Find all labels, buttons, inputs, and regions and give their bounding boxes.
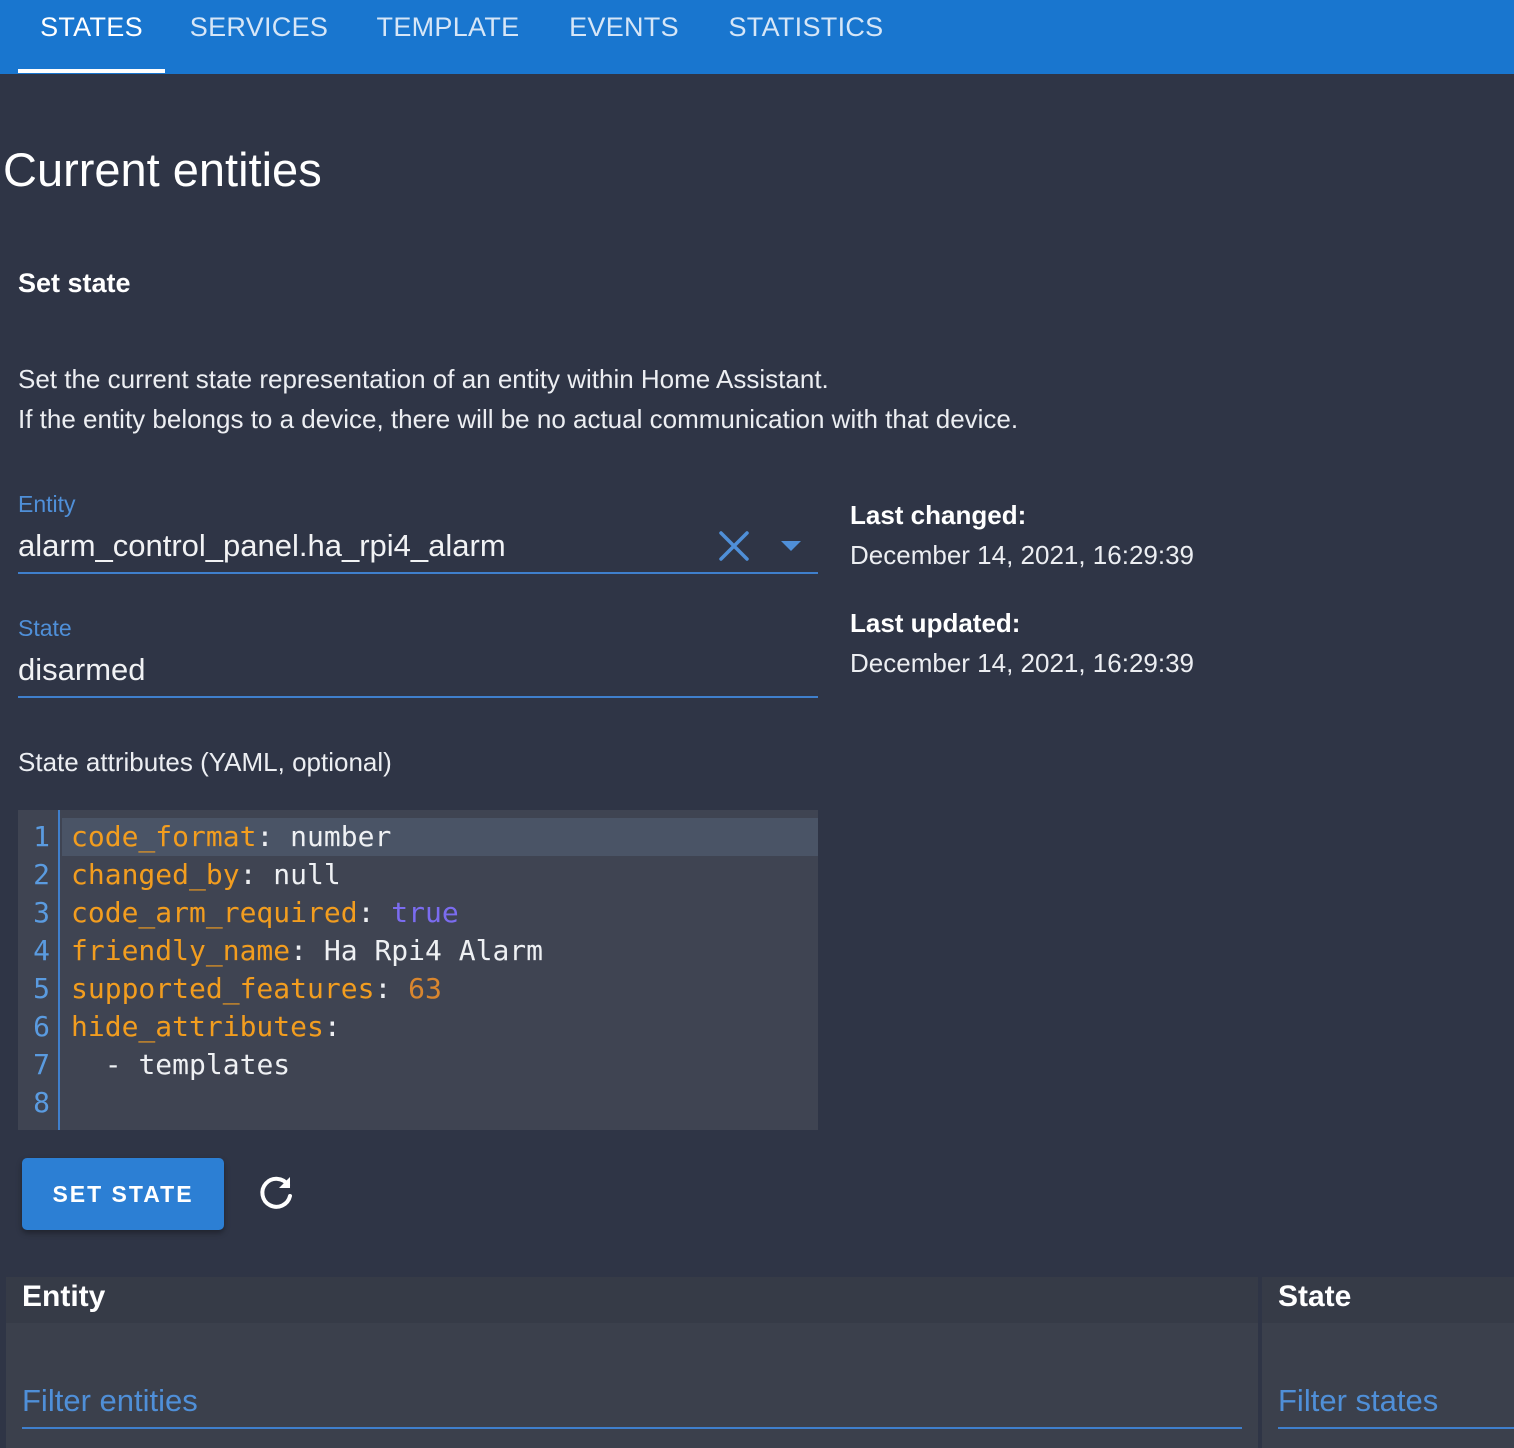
line-number: 5: [33, 972, 50, 1005]
code-text: code_arm_required: true: [71, 894, 459, 932]
entity-filter-cell: [6, 1323, 1258, 1448]
yaml-code-editor[interactable]: 1 code_format: number 2 changed_by: null 3 co…: [18, 810, 818, 1130]
yaml-separator: :: [357, 896, 392, 929]
last-changed-label: Last changed:: [850, 500, 1027, 530]
state-field-label: State: [18, 615, 72, 641]
menu-down-icon: [781, 541, 801, 551]
state-column-header[interactable]: State: [1262, 1277, 1514, 1323]
code-text: code_format: number: [71, 818, 391, 856]
set-state-description-line1: Set the current state representation of …: [18, 364, 829, 394]
line-number: 8: [33, 1086, 50, 1119]
entity-field-underline: [18, 572, 818, 574]
line-number: 7: [33, 1048, 50, 1081]
yaml-separator: :: [239, 858, 274, 891]
yaml-key: friendly_name: [71, 934, 291, 967]
yaml-value: true: [391, 896, 459, 929]
tab-states[interactable]: STATES: [18, 0, 165, 74]
last-updated-label: Last updated:: [850, 608, 1021, 638]
set-state-button[interactable]: SET STATE: [22, 1158, 224, 1230]
yaml-separator: :: [323, 1010, 341, 1043]
yaml-key: code_arm_required: [71, 896, 358, 929]
line-number: 4: [33, 934, 50, 967]
code-line[interactable]: 5 supported_features: 63: [18, 970, 818, 1008]
yaml-value: templates: [138, 1048, 291, 1081]
yaml-value: null: [273, 858, 341, 891]
tab-template[interactable]: TEMPLATE: [362, 0, 534, 74]
state-field-underline: [18, 696, 818, 698]
filter-entities-input[interactable]: [22, 1379, 1222, 1423]
set-state-description-line2: If the entity belongs to a device, there…: [18, 404, 1019, 434]
yaml-value: 63: [408, 972, 442, 1005]
code-line[interactable]: 7 - templates: [18, 1046, 818, 1084]
active-tab-indicator: [18, 69, 165, 73]
close-icon: [719, 531, 749, 561]
code-line[interactable]: 3 code_arm_required: true: [18, 894, 818, 932]
entity-picker-input[interactable]: alarm_control_panel.ha_rpi4_alarm: [18, 526, 708, 566]
code-text: hide_attributes:: [71, 1008, 341, 1046]
last-updated-value: December 14, 2021, 16:29:39: [850, 648, 1195, 678]
code-line[interactable]: 2 changed_by: null: [18, 856, 818, 894]
line-number: 1: [33, 820, 50, 853]
code-line[interactable]: 8: [18, 1084, 818, 1122]
top-tab-bar: STATES SERVICES TEMPLATE EVENTS STATISTI…: [0, 0, 1514, 74]
filter-states-input[interactable]: [1278, 1379, 1514, 1423]
yaml-separator: :: [256, 820, 291, 853]
tab-services[interactable]: SERVICES: [180, 0, 338, 74]
line-number: 3: [33, 896, 50, 929]
last-changed-value: December 14, 2021, 16:29:39: [850, 540, 1195, 570]
yaml-value: number: [290, 820, 392, 853]
yaml-key: changed_by: [71, 858, 240, 891]
entity-field-label: Entity: [18, 491, 76, 517]
yaml-separator: :: [290, 934, 324, 967]
line-number: 6: [33, 1010, 50, 1043]
refresh-button[interactable]: [254, 1172, 298, 1216]
clear-entity-button[interactable]: [716, 528, 752, 564]
yaml-separator: -: [71, 1048, 139, 1081]
code-text: supported_features: 63: [71, 970, 442, 1008]
state-filter-cell: [1262, 1323, 1514, 1448]
yaml-key: code_format: [71, 820, 257, 853]
set-state-title: Set state: [18, 268, 131, 298]
yaml-key: supported_features: [71, 972, 375, 1005]
entity-column-header[interactable]: Entity: [6, 1277, 1258, 1323]
tab-events[interactable]: EVENTS: [558, 0, 690, 74]
code-line[interactable]: 4 friendly_name: Ha Rpi4 Alarm: [18, 932, 818, 970]
yaml-key: hide_attributes: [71, 1010, 324, 1043]
yaml-value: Ha Rpi4 Alarm: [323, 934, 544, 967]
code-line[interactable]: 1 code_format: number: [18, 818, 818, 856]
page-title: Current entities: [3, 143, 322, 196]
line-number: 2: [33, 858, 50, 891]
tab-statistics[interactable]: STATISTICS: [716, 0, 896, 74]
state-attributes-label: State attributes (YAML, optional): [18, 747, 392, 777]
yaml-separator: :: [374, 972, 409, 1005]
state-input[interactable]: disarmed: [18, 650, 798, 690]
code-text: changed_by: null: [71, 856, 341, 894]
code-text: friendly_name: Ha Rpi4 Alarm: [71, 932, 543, 970]
code-line[interactable]: 6 hide_attributes:: [18, 1008, 818, 1046]
code-text: - templates: [71, 1046, 290, 1084]
entity-dropdown-button[interactable]: [776, 530, 806, 560]
filter-entities-underline: [22, 1427, 1242, 1429]
filter-states-underline: [1278, 1427, 1514, 1429]
refresh-icon: [260, 1176, 292, 1209]
